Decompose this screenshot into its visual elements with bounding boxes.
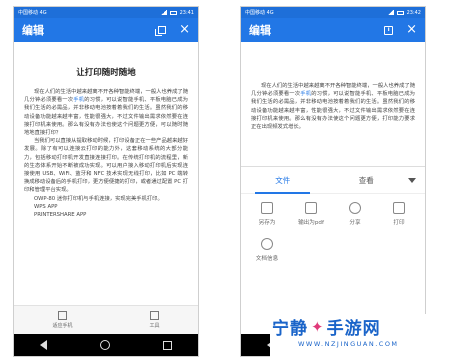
document-line: OWP-80 迷你打印机与手机连接，实现完美手机打印。 — [34, 195, 163, 202]
print-icon — [393, 202, 405, 214]
export-pdf-button[interactable]: 输出为pdf — [289, 202, 333, 238]
document-content: 让打印随时随地 现在人们的生活中越来越离不开各种智能终端，一般人也养成了随几分钟… — [14, 42, 198, 219]
status-bar: 中国移动 4G 23:42 — [241, 7, 425, 18]
tab-view[interactable]: 查看 — [325, 175, 409, 186]
left-phone-screen: 中国移动 4G 23:41 编辑 × 让打印随时随地 现在人们的生活中越来越离不… — [13, 6, 199, 357]
file-action-sheet: 文件 查看 另存为 输出为pdf 分享 打印 文档信息 — [241, 166, 425, 334]
signal-icon — [387, 10, 394, 15]
watermark-name-2: 手游网 — [326, 319, 381, 339]
document-line: PRINTERSHARE APP — [34, 212, 87, 219]
document-paragraph: 现在人们的生活中越来越离不开各种智能终端，一般人也养成了随几分钟必须要看一次手机… — [24, 89, 188, 137]
fit-screen-button[interactable]: 适应手机 — [52, 311, 73, 329]
status-time: 23:41 — [179, 9, 194, 16]
save-icon — [261, 202, 273, 214]
share-button[interactable]: 分享 — [333, 202, 377, 238]
fit-screen-icon — [57, 311, 67, 320]
system-nav-bar — [14, 334, 198, 356]
carrier-label: 中国移动 4G — [18, 10, 47, 16]
signal-icon — [160, 10, 167, 15]
battery-icon — [169, 10, 177, 15]
sheet-tabs: 文件 查看 — [241, 167, 425, 194]
watermark-logo-icon: ✦ — [311, 317, 324, 336]
action-grid: 另存为 输出为pdf 分享 打印 文档信息 — [241, 194, 425, 274]
recent-apps-icon[interactable] — [162, 340, 172, 350]
tab-file[interactable]: 文件 — [241, 175, 325, 186]
app-bar: 编辑 i × — [241, 18, 425, 42]
watermark-name: 宁静 — [272, 319, 308, 339]
document-title: 让打印随时随地 — [76, 68, 136, 78]
site-watermark: 宁静 ✦ 手游网 WWW.NZJINGUAN.COM — [270, 314, 445, 360]
copy-icon[interactable] — [155, 26, 167, 36]
bottom-toolbar: 适应手机 工具 — [14, 305, 198, 334]
print-button[interactable]: 打印 — [377, 202, 421, 238]
save-as-button[interactable]: 另存为 — [245, 202, 289, 238]
info-icon[interactable]: i — [384, 25, 394, 35]
close-icon[interactable]: × — [406, 23, 417, 36]
app-bar: 编辑 × — [14, 18, 198, 42]
link-text[interactable]: 手机 — [73, 97, 84, 103]
document-info-button[interactable]: 文档信息 — [245, 238, 289, 274]
toolbox-icon — [149, 311, 159, 320]
status-bar: 中国移动 4G 23:41 — [14, 7, 198, 18]
active-tab-indicator — [255, 192, 310, 194]
watermark-url: WWW.NZJINGUAN.COM — [298, 340, 399, 348]
info-icon — [261, 238, 273, 250]
back-icon[interactable] — [40, 340, 48, 350]
home-icon[interactable] — [99, 340, 110, 350]
app-bar-title: 编辑 — [22, 24, 44, 37]
app-bar-title: 编辑 — [249, 24, 271, 37]
share-icon — [349, 202, 361, 214]
tools-button[interactable]: 工具 — [149, 311, 160, 329]
document-paragraph: 当我们可以直接从提取移动时候，打印设备正在一些产品越来越好发展。除了有可以连接云… — [24, 138, 188, 194]
document-paragraph: 现在人们的生活中越来越离不开各种智能终端，一般人也养成了随几分钟必须要看一次手机… — [251, 83, 415, 131]
battery-icon — [396, 10, 404, 15]
chevron-down-icon[interactable] — [408, 177, 416, 183]
right-phone-screen: 中国移动 4G 23:42 编辑 i × 现在人们的生活中越来越离不开各种智能终… — [240, 6, 426, 357]
export-pdf-icon — [305, 202, 317, 214]
status-time: 23:42 — [406, 9, 421, 16]
document-content: 现在人们的生活中越来越离不开各种智能终端，一般人也养成了随几分钟必须要看一次手机… — [241, 42, 425, 131]
carrier-label: 中国移动 4G — [245, 10, 274, 16]
link-text[interactable]: 手机 — [300, 91, 311, 97]
close-icon[interactable]: × — [179, 23, 190, 36]
document-line: WPS APP — [34, 203, 58, 210]
